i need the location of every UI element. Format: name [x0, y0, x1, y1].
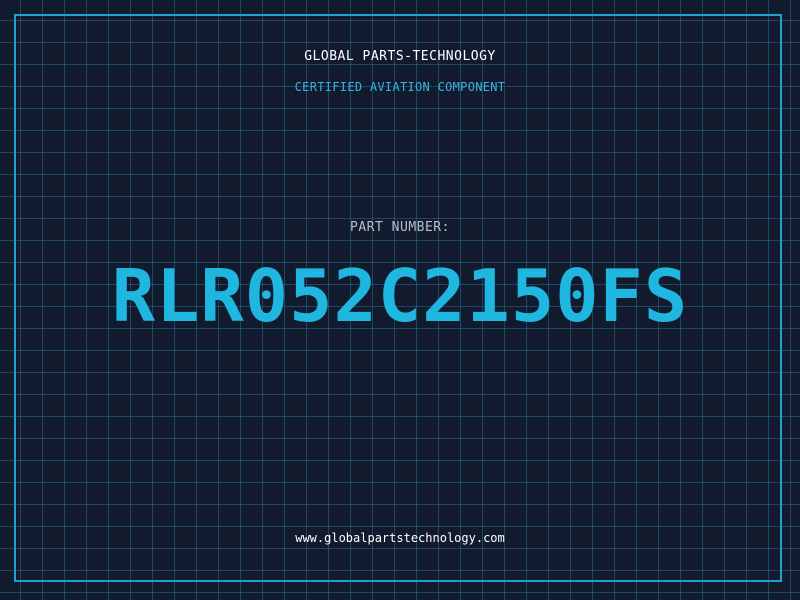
website-url: www.globalpartstechnology.com	[295, 531, 505, 545]
label-card: GLOBAL PARTS-TECHNOLOGY CERTIFIED AVIATI…	[0, 0, 800, 600]
certification-subtitle: CERTIFIED AVIATION COMPONENT	[294, 80, 506, 94]
part-number-label: PART NUMBER:	[350, 220, 450, 235]
company-title: GLOBAL PARTS-TECHNOLOGY	[304, 49, 496, 64]
part-number-value: RLR052C2150FS	[111, 254, 689, 338]
